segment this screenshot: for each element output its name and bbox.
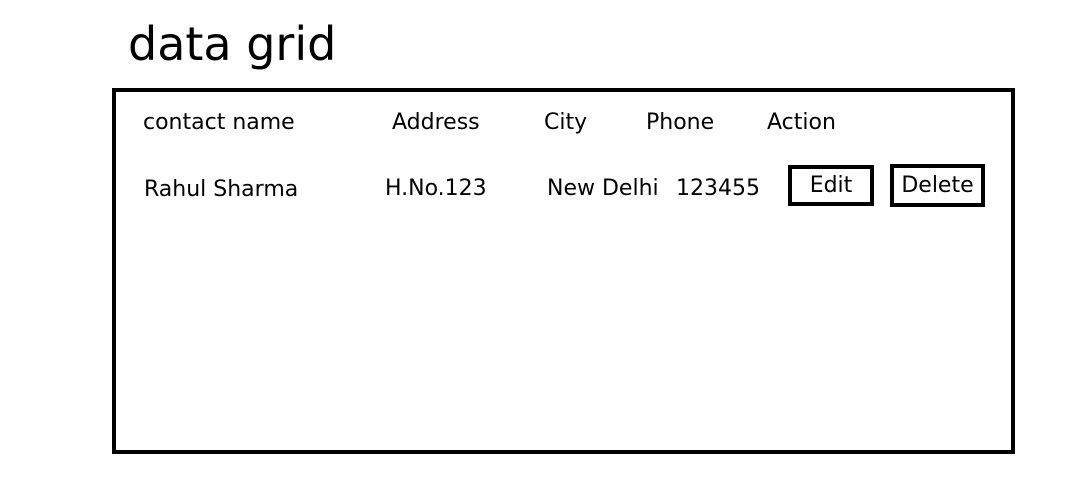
cell-address: H.No.123 [385, 176, 487, 201]
edit-button[interactable]: Edit [788, 165, 874, 206]
column-header-contact-name: contact name [143, 110, 295, 135]
cell-city: New Delhi [547, 176, 659, 201]
data-grid: contact name Address City Phone Action R… [112, 88, 1015, 454]
column-header-address: Address [392, 110, 480, 135]
page-title: data grid [128, 17, 337, 71]
column-header-phone: Phone [646, 110, 715, 135]
cell-phone: 123455 [676, 176, 760, 201]
cell-contact-name: Rahul Sharma [144, 177, 299, 202]
column-header-city: City [544, 110, 588, 135]
column-header-action: Action [767, 110, 836, 135]
delete-button[interactable]: Delete [890, 164, 985, 207]
